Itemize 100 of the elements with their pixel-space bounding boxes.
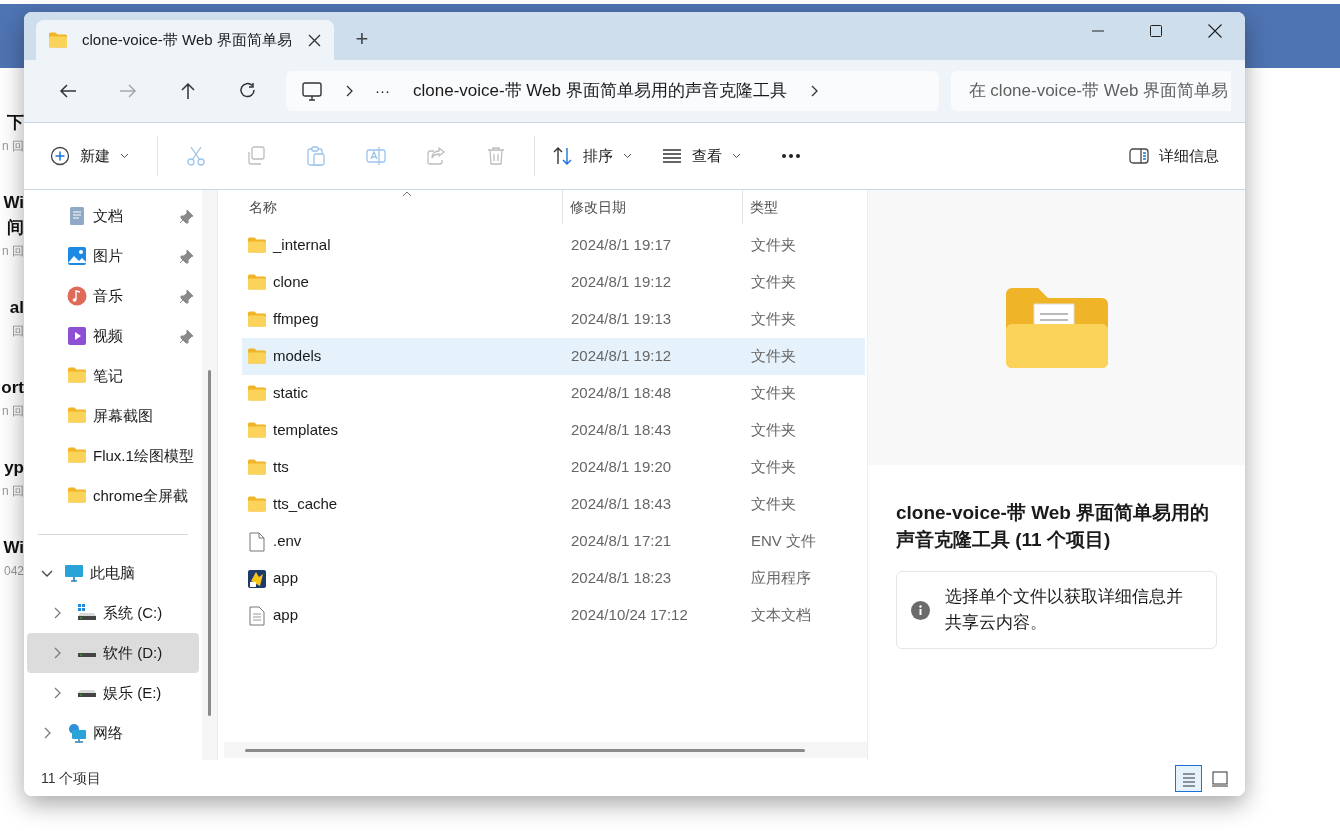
file-name[interactable]: models xyxy=(273,345,322,368)
folder-icon xyxy=(67,406,87,426)
file-name[interactable]: templates xyxy=(273,419,339,442)
type-cell: 文件夹 xyxy=(751,310,796,328)
column-header[interactable]: 类型 xyxy=(743,190,867,224)
file-name[interactable]: tts_cache xyxy=(273,493,338,516)
article-meta: 042 xyxy=(3,563,24,580)
file-name[interactable]: clone xyxy=(273,271,309,294)
file-name[interactable]: _internal xyxy=(273,234,331,257)
sort-button[interactable]: 排序 xyxy=(543,136,640,176)
maximize-icon[interactable] xyxy=(1150,25,1162,37)
file-row[interactable]: ffmpeg 2024/8/1 19:13 文件夹 xyxy=(242,301,865,338)
view-button[interactable]: 查看 xyxy=(652,136,749,176)
file-row[interactable]: .env 2024/8/1 17:21 ENV 文件 xyxy=(242,523,865,560)
sidebar-item[interactable]: 视频 xyxy=(24,316,202,356)
file-name[interactable]: tts xyxy=(273,456,289,479)
scrollbar-thumb[interactable] xyxy=(207,370,211,716)
file-row[interactable]: tts_cache 2024/8/1 18:43 文件夹 xyxy=(242,486,865,523)
text-file-icon xyxy=(247,605,267,626)
file-name[interactable]: static xyxy=(273,382,308,405)
info-icon xyxy=(911,600,930,620)
new-button[interactable]: 新建 xyxy=(40,136,137,176)
sidebar-item[interactable]: 笔记 xyxy=(24,356,202,396)
video-icon xyxy=(67,326,87,346)
file-row[interactable]: static 2024/8/1 18:48 文件夹 xyxy=(242,375,865,412)
breadcrumb-path[interactable]: clone-voice-带 Web 界面简单易用的声音克隆工具 xyxy=(413,78,787,104)
file-row[interactable]: models 2024/8/1 19:12 文件夹 xyxy=(242,338,865,375)
folder-icon xyxy=(247,494,267,515)
article-meta: n 回 xyxy=(2,483,24,500)
sidebar-item[interactable]: Flux.1绘图模型 xyxy=(24,436,202,476)
breadcrumb-overflow[interactable]: ··· xyxy=(375,79,390,103)
folder-title: clone-voice-带 Web 界面简单易用的声音克隆工具 (11 个项目) xyxy=(896,501,1211,552)
column-header[interactable]: 名称 xyxy=(242,190,564,224)
sort-icon xyxy=(553,146,573,166)
type-cell: 文件夹 xyxy=(751,347,796,365)
tree-item[interactable]: 软件 (D:) xyxy=(27,633,199,673)
picture-icon xyxy=(67,246,87,266)
network-icon xyxy=(67,723,87,743)
chevron-right-icon xyxy=(54,607,61,619)
article-title[interactable]: 间 xyxy=(7,215,24,240)
file-row[interactable]: clone 2024/8/1 19:12 文件夹 xyxy=(242,264,865,301)
folder-icon xyxy=(67,486,87,506)
new-tab-button[interactable]: + xyxy=(342,18,382,58)
column-header[interactable]: 修改日期 xyxy=(563,190,744,224)
date-cell: 2024/8/1 19:17 xyxy=(571,236,672,254)
article-meta: 回 xyxy=(12,323,24,340)
type-cell: 文件夹 xyxy=(751,421,796,439)
file-name[interactable]: ffmpeg xyxy=(273,308,319,331)
drive-icon xyxy=(77,603,97,623)
file-name[interactable]: .env xyxy=(273,530,302,553)
folder-tab[interactable]: clone-voice-带 Web 界面简单易 xyxy=(36,20,334,60)
app-icon xyxy=(247,568,267,589)
chevron-right-icon xyxy=(810,85,818,97)
article-title[interactable]: ort xyxy=(1,375,24,400)
sidebar-item[interactable]: chrome全屏截 xyxy=(24,476,202,516)
date-cell: 2024/8/1 19:12 xyxy=(571,273,672,291)
type-cell: ENV 文件 xyxy=(751,532,816,550)
type-cell: 文本文档 xyxy=(751,606,811,624)
type-cell: 文件夹 xyxy=(751,495,796,513)
article-title[interactable]: 下 xyxy=(7,110,24,135)
copy-icon xyxy=(246,146,266,166)
date-cell: 2024/8/1 18:43 xyxy=(571,421,672,439)
type-cell: 应用程序 xyxy=(751,569,811,587)
article-title[interactable]: Wi xyxy=(3,190,24,215)
tree-item[interactable]: 此电脑 xyxy=(27,553,199,593)
file-row[interactable]: templates 2024/8/1 18:43 文件夹 xyxy=(242,412,865,449)
date-cell: 2024/8/1 18:43 xyxy=(571,495,672,513)
sidebar-item[interactable]: 音乐 xyxy=(24,276,202,316)
folder-icon xyxy=(247,309,267,330)
details-pane-button[interactable]: 详细信息 xyxy=(1119,136,1229,176)
file-row[interactable]: _internal 2024/8/1 19:17 文件夹 xyxy=(242,227,865,264)
folder-icon xyxy=(67,446,87,466)
date-cell: 2024/8/1 19:20 xyxy=(571,458,672,476)
chevron-right-icon xyxy=(54,687,61,699)
type-cell: 文件夹 xyxy=(751,384,796,402)
file-row[interactable]: app 2024/8/1 18:23 应用程序 xyxy=(242,560,865,597)
tree-item[interactable]: 网络 xyxy=(27,713,199,753)
file-name[interactable]: app xyxy=(273,567,299,590)
details-view-button[interactable] xyxy=(1175,764,1202,792)
article-title[interactable]: Wi xyxy=(3,535,24,560)
tree-item[interactable]: 娱乐 (E:) xyxy=(27,673,199,713)
search-field[interactable]: 在 clone-voice-带 Web 界面简单易 xyxy=(950,71,1231,111)
tree-item[interactable]: 系统 (C:) xyxy=(27,593,199,633)
article-title[interactable]: al xyxy=(9,295,24,320)
file-row[interactable]: app 2024/10/24 17:12 文本文档 xyxy=(242,597,865,634)
file-row[interactable]: tts 2024/8/1 19:20 文件夹 xyxy=(242,449,865,486)
date-cell: 2024/8/1 18:48 xyxy=(571,384,672,402)
sort-ascending-icon xyxy=(402,191,413,197)
sidebar-item[interactable]: 屏幕截图 xyxy=(24,396,202,436)
article-title[interactable]: yp xyxy=(4,455,24,480)
folder-icon xyxy=(247,346,267,367)
file-name[interactable]: app xyxy=(273,604,299,627)
sidebar-item[interactable]: 文档 xyxy=(24,196,202,236)
large-folder-icon xyxy=(1003,285,1110,370)
close-icon[interactable] xyxy=(307,32,322,48)
scrollbar-thumb[interactable] xyxy=(245,748,805,752)
sidebar-item[interactable]: 图片 xyxy=(24,236,202,276)
address-bar[interactable]: ··· clone-voice-带 Web 界面简单易用的声音克隆工具 xyxy=(286,71,939,111)
close-icon[interactable] xyxy=(1208,24,1222,38)
drive-icon xyxy=(77,689,97,697)
